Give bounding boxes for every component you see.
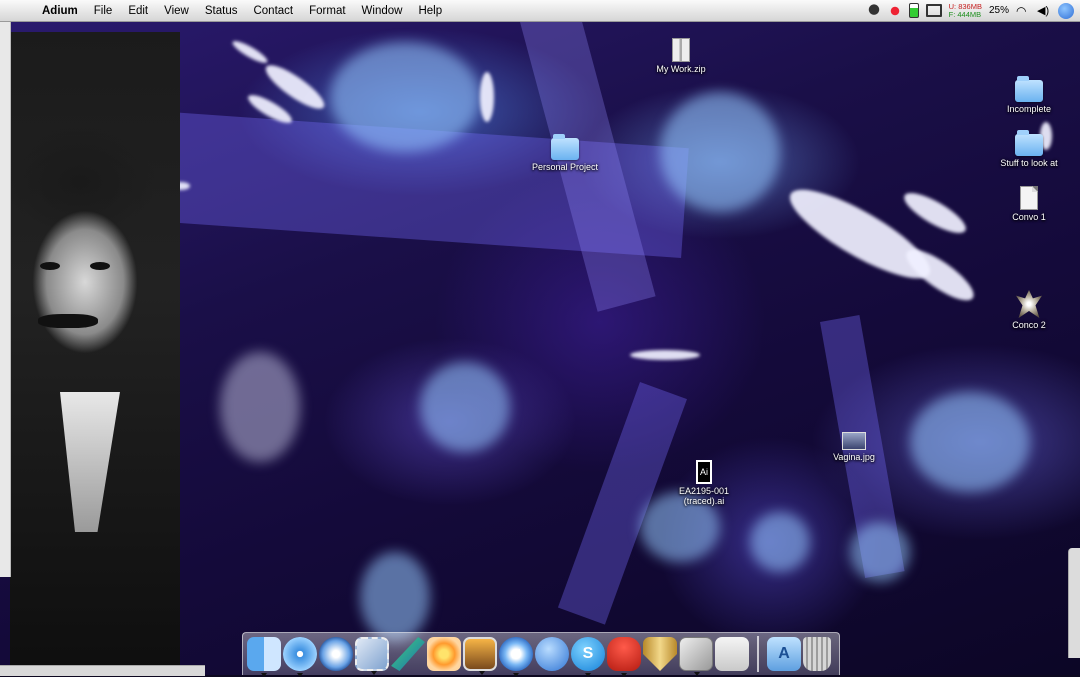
dock: ♫ S A: [242, 632, 840, 677]
menu-contact[interactable]: Contact: [245, 0, 301, 22]
volume-icon[interactable]: ◀): [1037, 4, 1051, 18]
mail-stamp-icon[interactable]: [355, 637, 389, 675]
desktop-icon-label: Conco 2: [1012, 320, 1046, 330]
menu-bar: Adium File Edit View Status Contact Form…: [0, 0, 1080, 22]
spy-icon[interactable]: [866, 3, 881, 18]
desktop-icon-ea2195-ai[interactable]: Ai EA2195-001 (traced).ai: [664, 460, 744, 506]
app-menu[interactable]: Adium: [34, 0, 86, 22]
menu-file[interactable]: File: [86, 0, 121, 22]
display-icon[interactable]: [925, 4, 942, 17]
memory-monitor[interactable]: U: 836MB F: 444MB: [948, 2, 982, 19]
finder-icon[interactable]: [247, 637, 281, 677]
image-file-icon: [1016, 290, 1042, 318]
desktop-icon-vagina-jpg[interactable]: Vagina.jpg: [814, 432, 894, 462]
background-window-edge[interactable]: [0, 22, 11, 577]
desktop-icon-label: Convo 1: [1012, 212, 1046, 222]
battery-icon[interactable]: [908, 3, 919, 18]
compass-icon[interactable]: [319, 637, 353, 671]
ichat-icon[interactable]: [535, 637, 569, 671]
desktop-icon-label: Personal Project: [531, 162, 599, 172]
shield-icon[interactable]: [643, 637, 677, 671]
menu-window[interactable]: Window: [354, 0, 411, 22]
background-window-bottom[interactable]: [0, 665, 205, 676]
trash-icon[interactable]: [803, 637, 831, 671]
desktop-icon-conco-2[interactable]: Conco 2: [989, 290, 1069, 330]
tools-icon[interactable]: [679, 637, 713, 676]
dock-separator: [757, 636, 759, 672]
memory-free-label: F:: [948, 9, 956, 19]
desktop-icon-stuff-to-look-at[interactable]: Stuff to look at: [989, 130, 1069, 168]
memory-free: 444MB: [957, 9, 982, 19]
desktop-icon-label: My Work.zip: [656, 64, 706, 74]
wifi-icon[interactable]: ◠: [1016, 4, 1030, 18]
menu-edit[interactable]: Edit: [120, 0, 156, 22]
menu-view[interactable]: View: [156, 0, 197, 22]
battery-percent[interactable]: 25%: [989, 5, 1009, 16]
desktop-icon-label: Incomplete: [1006, 104, 1052, 114]
document-icon: [1020, 186, 1038, 210]
desktop-icon-label: Vagina.jpg: [833, 452, 875, 462]
flower-icon[interactable]: [427, 637, 461, 671]
apple-box-icon[interactable]: [715, 637, 749, 671]
skype-icon[interactable]: S: [571, 637, 605, 677]
folder-icon: [551, 134, 579, 160]
desktop-icon-label: EA2195-001 (traced).ai: [678, 486, 730, 506]
itunes-icon[interactable]: ♫: [499, 637, 533, 677]
illustrator-file-icon: Ai: [696, 460, 712, 484]
adium-status-icon[interactable]: [887, 3, 902, 18]
menu-help[interactable]: Help: [410, 0, 450, 22]
applications-folder-icon[interactable]: A: [767, 637, 801, 671]
desktop-icon-personal-project[interactable]: Personal Project: [525, 134, 605, 172]
duck-icon[interactable]: [607, 637, 641, 677]
spotlight-search-icon[interactable]: [1058, 2, 1074, 19]
portrait-figure: [10, 32, 180, 675]
desktop-icon-label: Stuff to look at: [1000, 158, 1058, 168]
menu-status[interactable]: Status: [197, 0, 246, 22]
desktop-icon-incomplete[interactable]: Incomplete: [989, 76, 1069, 114]
desktop-icon-convo-1[interactable]: Convo 1: [989, 186, 1069, 222]
menu-format[interactable]: Format: [301, 0, 353, 22]
folder-icon: [1015, 130, 1043, 156]
desktop-wallpaper: [0, 22, 1080, 675]
desktop-icon-my-work-zip[interactable]: My Work.zip: [641, 38, 721, 74]
feather-icon[interactable]: [391, 637, 425, 671]
zip-file-icon: [672, 38, 690, 62]
folder-icon: [1015, 76, 1043, 102]
safari-icon[interactable]: [283, 637, 317, 677]
background-window-edge-right[interactable]: [1068, 548, 1080, 658]
photo-icon[interactable]: [463, 637, 497, 675]
jpg-file-icon: [842, 432, 866, 450]
